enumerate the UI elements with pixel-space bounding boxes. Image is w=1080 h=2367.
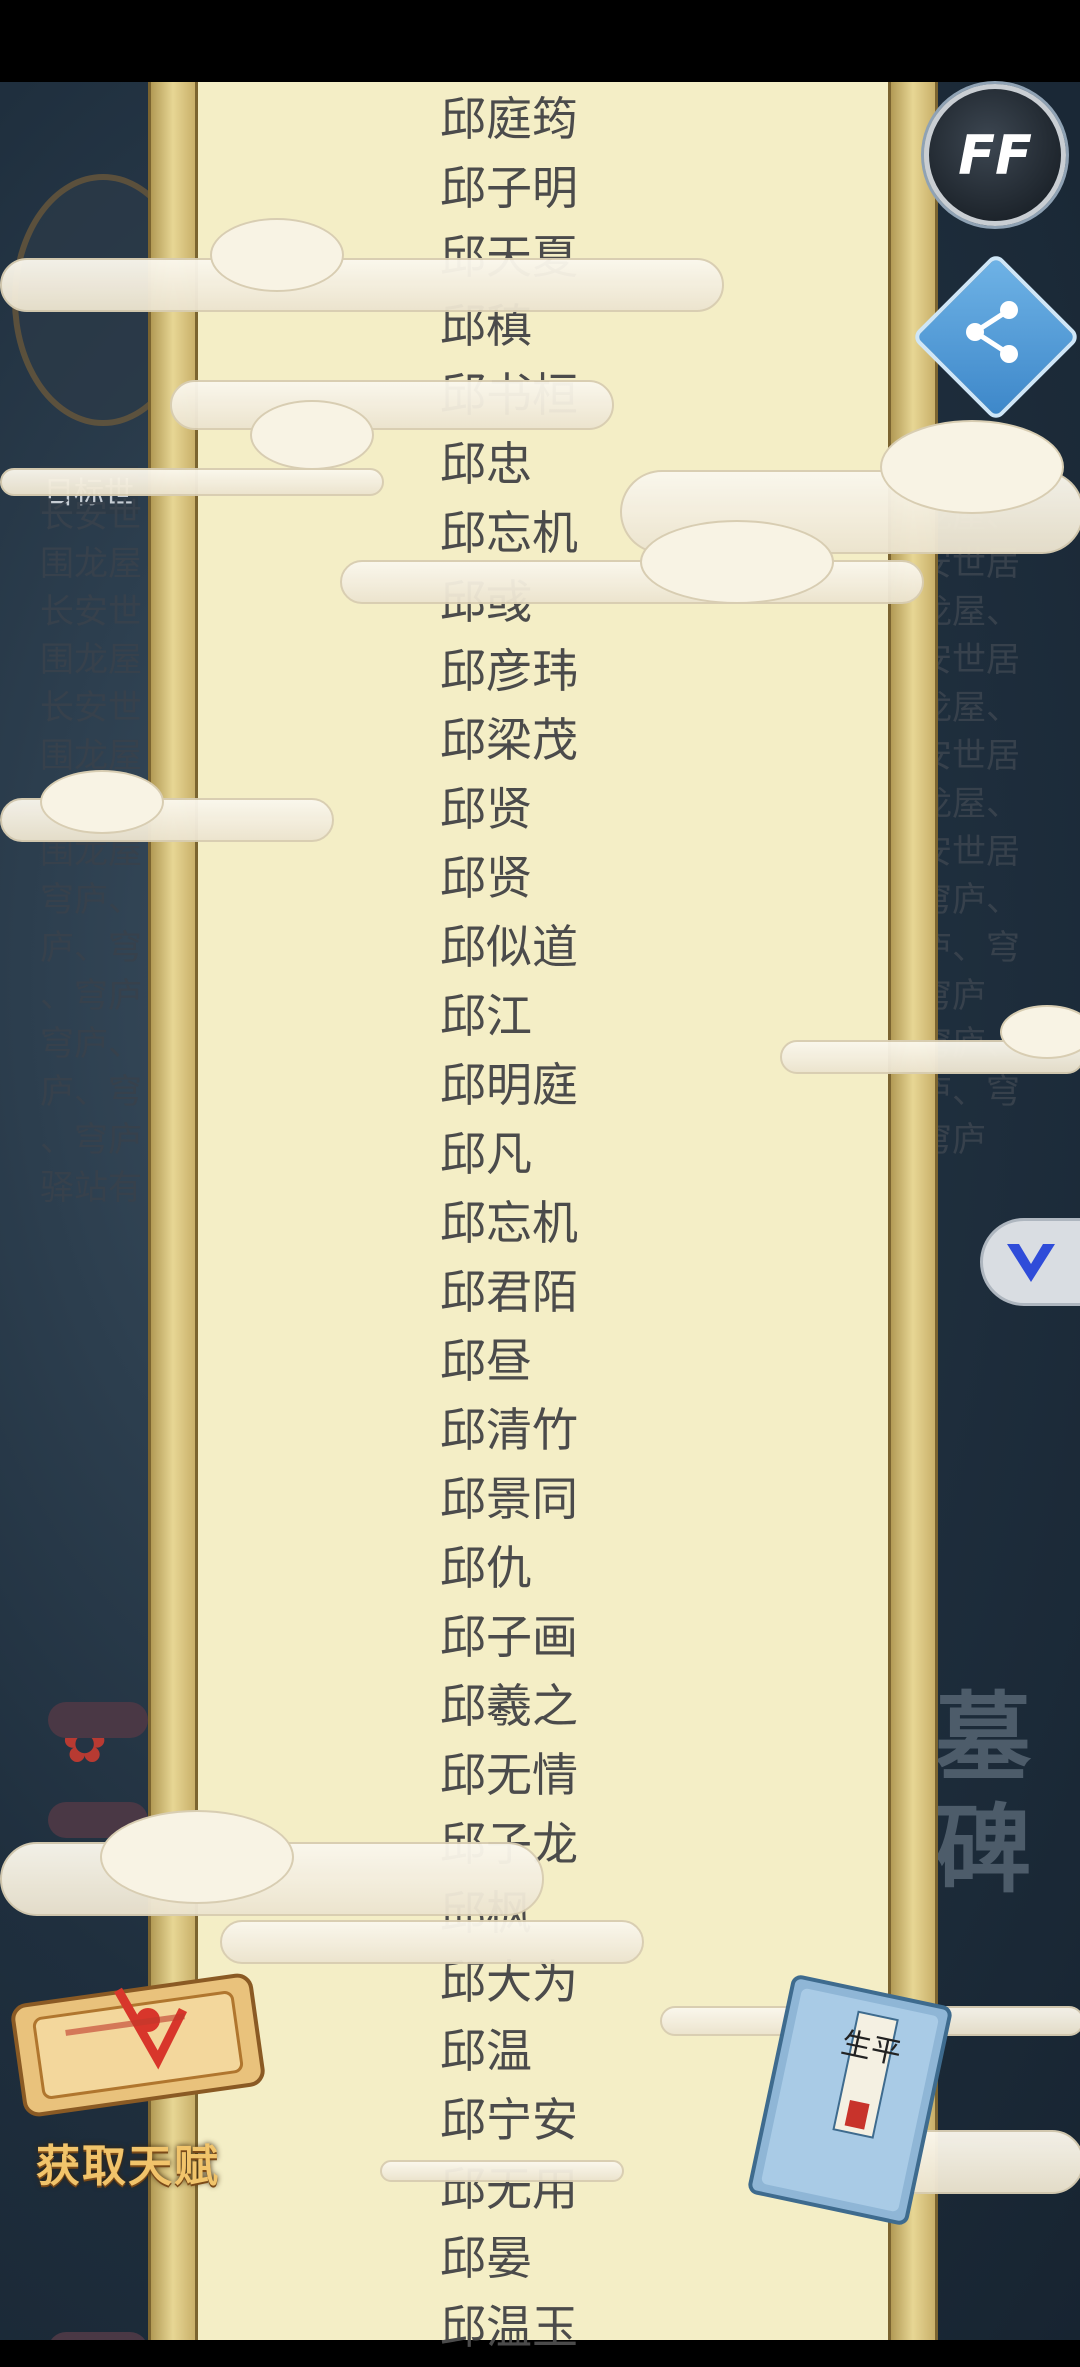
cloud-decoration bbox=[170, 380, 614, 430]
name-list-item: 邱贤 bbox=[440, 782, 532, 836]
cloud-decoration bbox=[100, 1810, 294, 1904]
background-text-line: 穹庐、 bbox=[918, 880, 1020, 920]
background-text-left: 长安世围龙屋长安世围龙屋长安世围龙屋长安世围龙屋穹庐、庐、穹、穹庐穹庐、庐、穹、… bbox=[40, 492, 150, 1212]
background-text-line: 庐、穹 bbox=[40, 928, 142, 968]
name-list-item: 邱庭筠 bbox=[440, 92, 578, 146]
background-text-line: 安世居 bbox=[918, 736, 1020, 776]
ff-label: FF bbox=[958, 123, 1032, 187]
name-list-item: 邱凡 bbox=[440, 1127, 532, 1181]
name-list-item: 邱清竹 bbox=[440, 1403, 578, 1457]
cloud-decoration bbox=[40, 770, 164, 834]
ff-button[interactable]: FF bbox=[924, 84, 1066, 226]
name-list-item: 邱宁安 bbox=[440, 2093, 578, 2147]
share-icon bbox=[966, 301, 1018, 363]
name-list-item: 邱温玉 bbox=[440, 2300, 578, 2354]
name-list-item: 邱晏 bbox=[440, 2231, 532, 2285]
background-text-line: 驿站有 bbox=[40, 1168, 142, 1208]
background-bar bbox=[48, 1702, 148, 1738]
background-text-line: 、穹庐 bbox=[40, 1120, 142, 1160]
background-text-line: 、穹庐 bbox=[40, 976, 142, 1016]
background-bar bbox=[48, 2332, 148, 2340]
background-text-line: 庐、穹 bbox=[918, 928, 1020, 968]
name-list-item: 邱明庭 bbox=[440, 1058, 578, 1112]
background-text-line: 龙屋、 bbox=[918, 592, 1020, 632]
background-text-line: 穹庐 bbox=[918, 1120, 986, 1160]
name-list-item: 邱梁茂 bbox=[440, 713, 578, 767]
name-list-item: 邱子画 bbox=[440, 1610, 578, 1664]
name-list-item: 邱仇 bbox=[440, 1541, 532, 1595]
name-list-item: 邱江 bbox=[440, 989, 532, 1043]
background-text-line: 安世居 bbox=[918, 832, 1020, 872]
background-text-line: 围龙屋 bbox=[40, 544, 142, 584]
talent-scroll-icon[interactable] bbox=[8, 1950, 278, 2120]
cloud-decoration bbox=[640, 520, 834, 604]
vpn-float-button[interactable] bbox=[980, 1218, 1080, 1306]
v-logo-icon bbox=[1007, 1244, 1055, 1282]
name-list-item: 邱贤 bbox=[440, 851, 532, 905]
name-list-item: 邱昼 bbox=[440, 1334, 532, 1388]
name-list-item: 邱温 bbox=[440, 2024, 532, 2078]
name-list-item: 邱子明 bbox=[440, 161, 578, 215]
background-text-line: 穹庐、 bbox=[40, 1024, 142, 1064]
cloud-decoration bbox=[250, 400, 374, 470]
background-text-line: 围龙屋 bbox=[40, 640, 142, 680]
background-text-line: 安世居 bbox=[918, 640, 1020, 680]
name-list-item: 邱忘机 bbox=[440, 1196, 578, 1250]
cloud-decoration bbox=[340, 560, 924, 604]
name-list-item: 邱景同 bbox=[440, 1472, 578, 1526]
cloud-decoration bbox=[210, 218, 344, 292]
biography-book-icon[interactable]: 生平 bbox=[740, 1960, 960, 2240]
background-text-line: 庐、穹 bbox=[40, 1072, 142, 1112]
background-text-line: 长安世 bbox=[40, 592, 142, 632]
background-text-line: 庐、穹 bbox=[918, 1072, 1020, 1112]
get-talent-label[interactable]: 获取天赋 bbox=[36, 2130, 220, 2194]
name-list-item: 邱彦玮 bbox=[440, 644, 578, 698]
name-list-item: 邱似道 bbox=[440, 920, 578, 974]
name-list-item: 邱忠 bbox=[440, 437, 532, 491]
cloud-decoration bbox=[0, 258, 724, 312]
name-list-item: 邱无情 bbox=[440, 1748, 578, 1802]
cloud-decoration bbox=[880, 420, 1064, 514]
cloud-decoration bbox=[220, 1920, 644, 1964]
cloud-decoration bbox=[380, 2160, 624, 2182]
background-text-line: 龙屋、 bbox=[918, 784, 1020, 824]
background-text-line: 长安世 bbox=[40, 496, 142, 536]
name-list[interactable]: 邱庭筠邱子明邱天夏邱稹邱书桓邱忠邱忘机邱彧邱彦玮邱梁茂邱贤邱贤邱似道邱江邱明庭邱… bbox=[440, 90, 578, 2367]
cloud-decoration bbox=[0, 468, 384, 496]
background-text-line: 长安世 bbox=[40, 688, 142, 728]
tomb-title: 墓碑 bbox=[935, 1681, 1031, 1906]
name-list-item: 邱君陌 bbox=[440, 1265, 578, 1319]
background-text-line: 穹庐、 bbox=[40, 880, 142, 920]
name-list-item: 邱羲之 bbox=[440, 1679, 578, 1733]
background-text-line: 龙屋、 bbox=[918, 688, 1020, 728]
